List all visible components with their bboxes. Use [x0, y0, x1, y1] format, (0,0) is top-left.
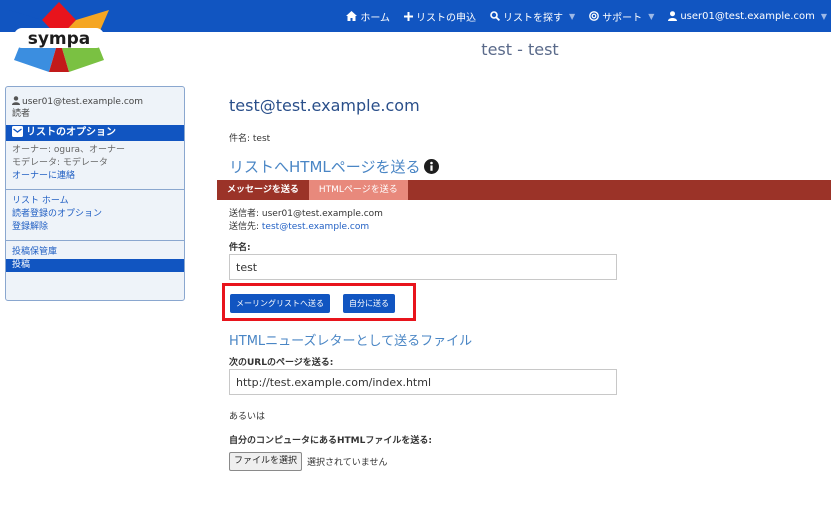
sidebar-divider	[6, 240, 184, 241]
from-label: 送信者:	[229, 209, 262, 219]
top-nav-menu: ホーム リストの申込 リストを探す ▼ サポート ▼ user01@test.e…	[346, 0, 831, 32]
to-label: 送信先:	[229, 222, 262, 232]
or-text: あるいは	[229, 412, 266, 422]
from-value: user01@test.example.com	[261, 209, 383, 219]
tab-send-html-page[interactable]: HTMLページを送る	[308, 180, 408, 200]
top-navbar: ホーム リストの申込 リストを探す ▼ サポート ▼ user01@test.e…	[0, 0, 831, 32]
to-line: 送信先: test@test.example.com	[229, 221, 369, 233]
nav-user-menu[interactable]: user01@test.example.com ▼	[668, 11, 827, 22]
list-subject: 件名: test	[229, 134, 271, 144]
sidebar-item-contact-owner[interactable]: オーナーに連絡	[6, 169, 184, 183]
subject-label: 件名:	[229, 243, 251, 253]
search-icon	[490, 11, 501, 21]
choose-file-button[interactable]: ファイルを選択	[229, 452, 303, 471]
url-label: 次のURLのページを送る:	[229, 358, 334, 368]
sidebar-header-label: リストのオプション	[26, 127, 116, 138]
newsletter-title: HTMLニューズレターとして送るファイル	[229, 334, 473, 349]
file-status: 選択されていません	[307, 458, 388, 468]
sidebar-moderator: モデレータ: モデレータ	[12, 158, 108, 168]
sidebar-user: user01@test.example.com 読者	[6, 87, 184, 123]
subject-input[interactable]	[229, 254, 617, 280]
file-label: 自分のコンピュータにあるHTMLファイルを送る:	[229, 436, 432, 446]
url-input[interactable]	[229, 369, 617, 395]
sympa-logo[interactable]: sympa	[4, 0, 114, 74]
chevron-down-icon: ▼	[569, 11, 576, 21]
tab-send-message[interactable]: メッセージを送る	[217, 180, 309, 200]
support-icon	[589, 11, 600, 21]
nav-search-lists[interactable]: リストを探す ▼	[490, 9, 575, 24]
user-icon	[668, 11, 678, 21]
sidebar-item-list-home[interactable]: リスト ホーム	[6, 195, 184, 208]
envelope-icon	[12, 126, 23, 143]
nav-subscribe-label: リストの申込	[416, 12, 477, 24]
nav-home[interactable]: ホーム	[346, 9, 390, 24]
chevron-down-icon: ▼	[820, 11, 827, 21]
logo-text: sympa	[28, 29, 91, 49]
from-line: 送信者: user01@test.example.com	[229, 208, 383, 220]
sidebar-user-email: user01@test.example.com	[22, 97, 144, 107]
section-title-text: リストへHTMLページを送る	[229, 158, 421, 176]
chevron-down-icon: ▼	[648, 11, 655, 21]
to-value-link[interactable]: test@test.example.com	[262, 222, 369, 232]
user-icon	[12, 96, 20, 109]
nav-user-label: user01@test.example.com	[680, 10, 815, 22]
nav-support[interactable]: サポート ▼	[589, 9, 654, 24]
sidebar: user01@test.example.com 読者 リストのオプション オーナ…	[5, 86, 185, 301]
sidebar-owner: オーナー: ogura、オーナー	[12, 145, 126, 155]
nav-search-lists-label: リストを探す	[503, 12, 564, 24]
page-title: test - test	[481, 40, 559, 59]
home-icon	[346, 11, 358, 21]
plus-icon	[404, 11, 414, 21]
sidebar-item-moderation[interactable]: 投稿保管庫	[6, 246, 184, 259]
sidebar-header: リストのオプション	[6, 125, 184, 141]
nav-support-label: サポート	[602, 12, 643, 24]
list-address: test@test.example.com	[229, 96, 420, 115]
section-title: リストへHTMLページを送る	[229, 156, 440, 177]
nav-home-label: ホーム	[360, 12, 391, 24]
nav-subscribe[interactable]: リストの申込	[404, 9, 476, 24]
send-to-list-button[interactable]: メーリングリストへ送る	[230, 294, 330, 313]
sidebar-user-role: 読者	[12, 109, 31, 119]
sidebar-item-post[interactable]: 投稿	[6, 259, 184, 272]
tab-bar: メッセージを送る HTMLページを送る	[217, 180, 831, 200]
sidebar-item-subscriber-options[interactable]: 読者登録のオプション	[6, 208, 184, 221]
sidebar-divider	[6, 189, 184, 190]
info-icon[interactable]	[424, 159, 440, 174]
send-to-self-button[interactable]: 自分に送る	[343, 294, 395, 313]
sidebar-item-unsubscribe[interactable]: 登録解除	[6, 221, 184, 234]
